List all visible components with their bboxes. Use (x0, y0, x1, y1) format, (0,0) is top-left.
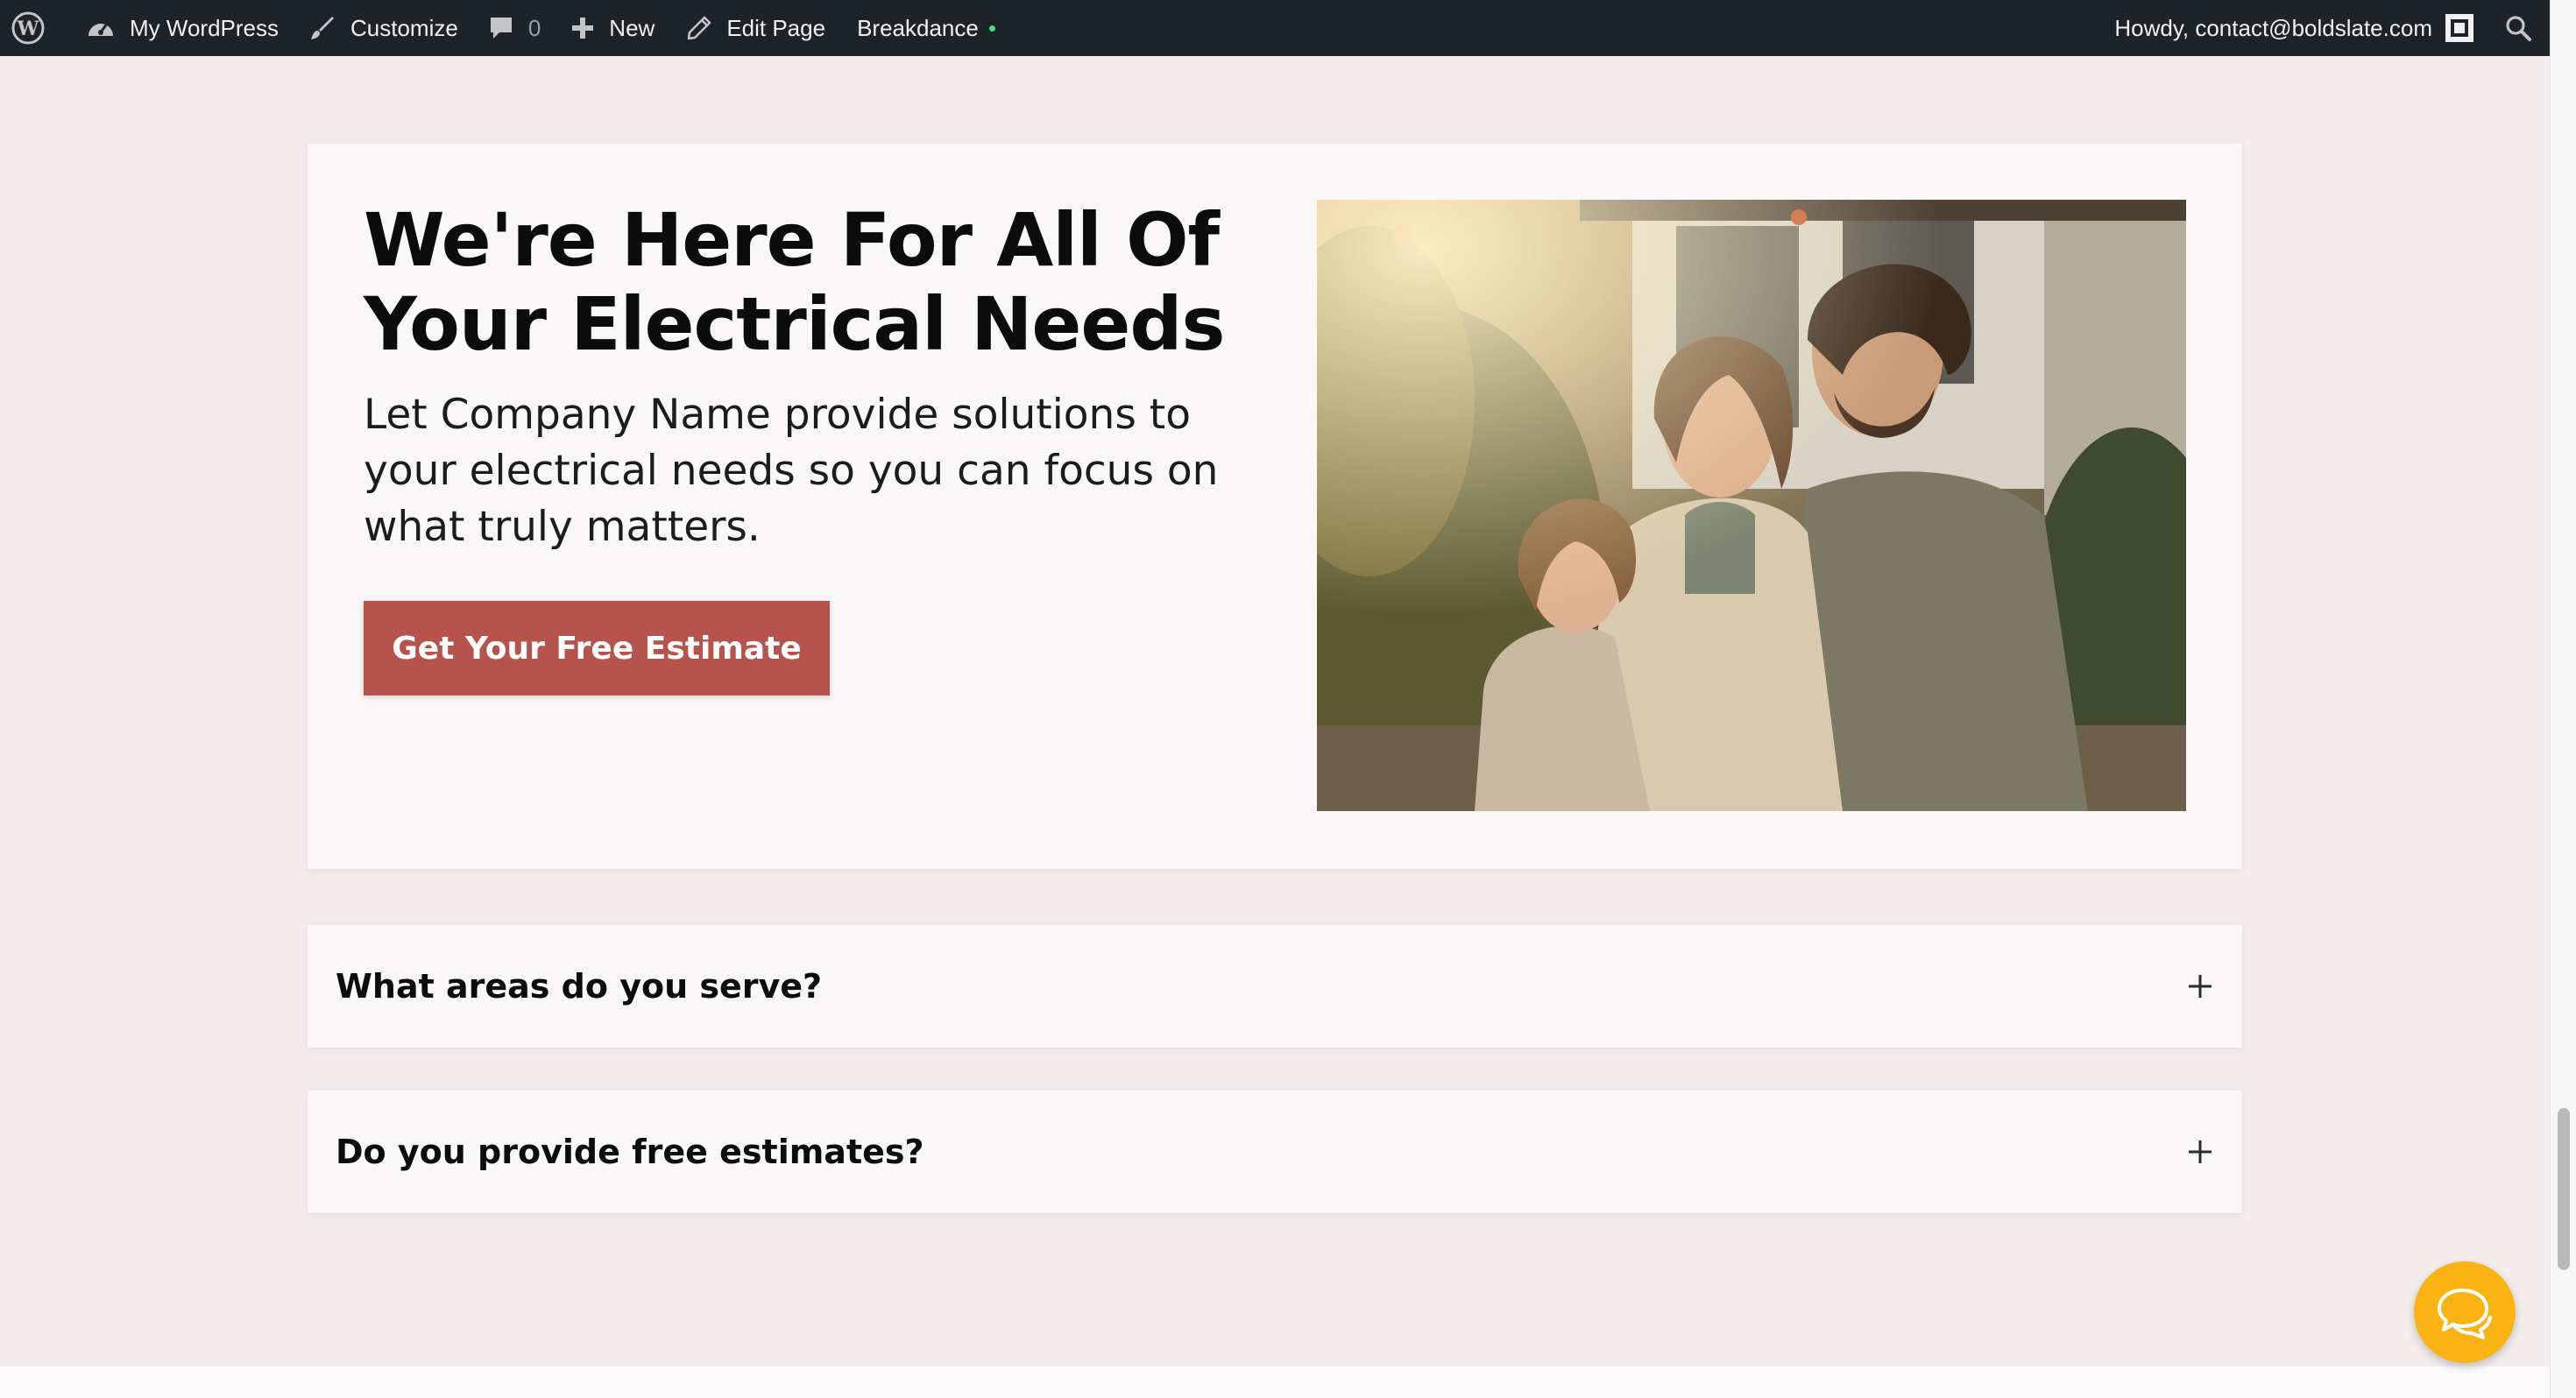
my-account-link[interactable]: Howdy, contact@boldslate.com (2114, 0, 2474, 56)
wordpress-logo-icon: W (11, 11, 45, 45)
comments-count: 0 (527, 14, 541, 41)
breakdance-link[interactable]: Breakdance (857, 0, 995, 56)
faq-item[interactable]: Do you provide free estimates? (308, 1091, 2242, 1213)
admin-bar: W My WordPress Customize 0 New Edit Page… (0, 0, 2550, 56)
page-scrollbar[interactable] (2550, 0, 2576, 1398)
howdy-label: Howdy, contact@boldslate.com (2114, 14, 2432, 41)
chat-widget-button[interactable] (2414, 1261, 2516, 1363)
admin-bar-secondary: Howdy, contact@boldslate.com (2114, 0, 2550, 56)
free-estimate-button[interactable]: Get Your Free Estimate (364, 601, 830, 695)
comments-link[interactable]: 0 (488, 0, 541, 56)
hero-description: Let Company Name provide solutions to yo… (364, 391, 1219, 551)
customize-label: Customize (350, 14, 458, 41)
brush-icon (311, 17, 334, 39)
hero-title: We're Here For All Of Your Electrical Ne… (364, 197, 1226, 367)
status-dot (988, 25, 995, 32)
hero-section: We're Here For All Of Your Electrical Ne… (308, 144, 2242, 869)
footer-strip (0, 1366, 2550, 1398)
dashboard-icon (88, 23, 113, 36)
faq-question: What areas do you serve? (336, 967, 823, 1006)
wordpress-menu[interactable]: W (11, 0, 46, 56)
admin-search[interactable] (2504, 0, 2532, 56)
site-name-label: My WordPress (130, 14, 279, 41)
pencil-icon (688, 16, 711, 40)
chat-bubbles-icon (2438, 1289, 2492, 1339)
scrollbar-thumb[interactable] (2558, 1108, 2570, 1270)
customize-link[interactable]: Customize (308, 0, 458, 56)
comment-icon (490, 18, 512, 39)
avatar (2445, 14, 2473, 42)
search-icon (2506, 16, 2531, 41)
new-content-link[interactable]: New (570, 0, 655, 56)
new-label: New (609, 14, 655, 41)
expand-plus-icon[interactable] (2186, 972, 2214, 1000)
plus-icon (572, 18, 594, 39)
faq-item[interactable]: What areas do you serve? (308, 925, 2242, 1048)
breakdance-label: Breakdance (857, 14, 979, 41)
expand-plus-icon[interactable] (2186, 1138, 2214, 1166)
faq-question: Do you provide free estimates? (336, 1133, 924, 1171)
family-photo (1317, 200, 2186, 811)
svg-text:W: W (17, 18, 39, 40)
edit-page-link[interactable]: Edit Page (686, 0, 825, 56)
site-name-link[interactable]: My WordPress (86, 0, 279, 56)
edit-page-label: Edit Page (726, 14, 826, 41)
